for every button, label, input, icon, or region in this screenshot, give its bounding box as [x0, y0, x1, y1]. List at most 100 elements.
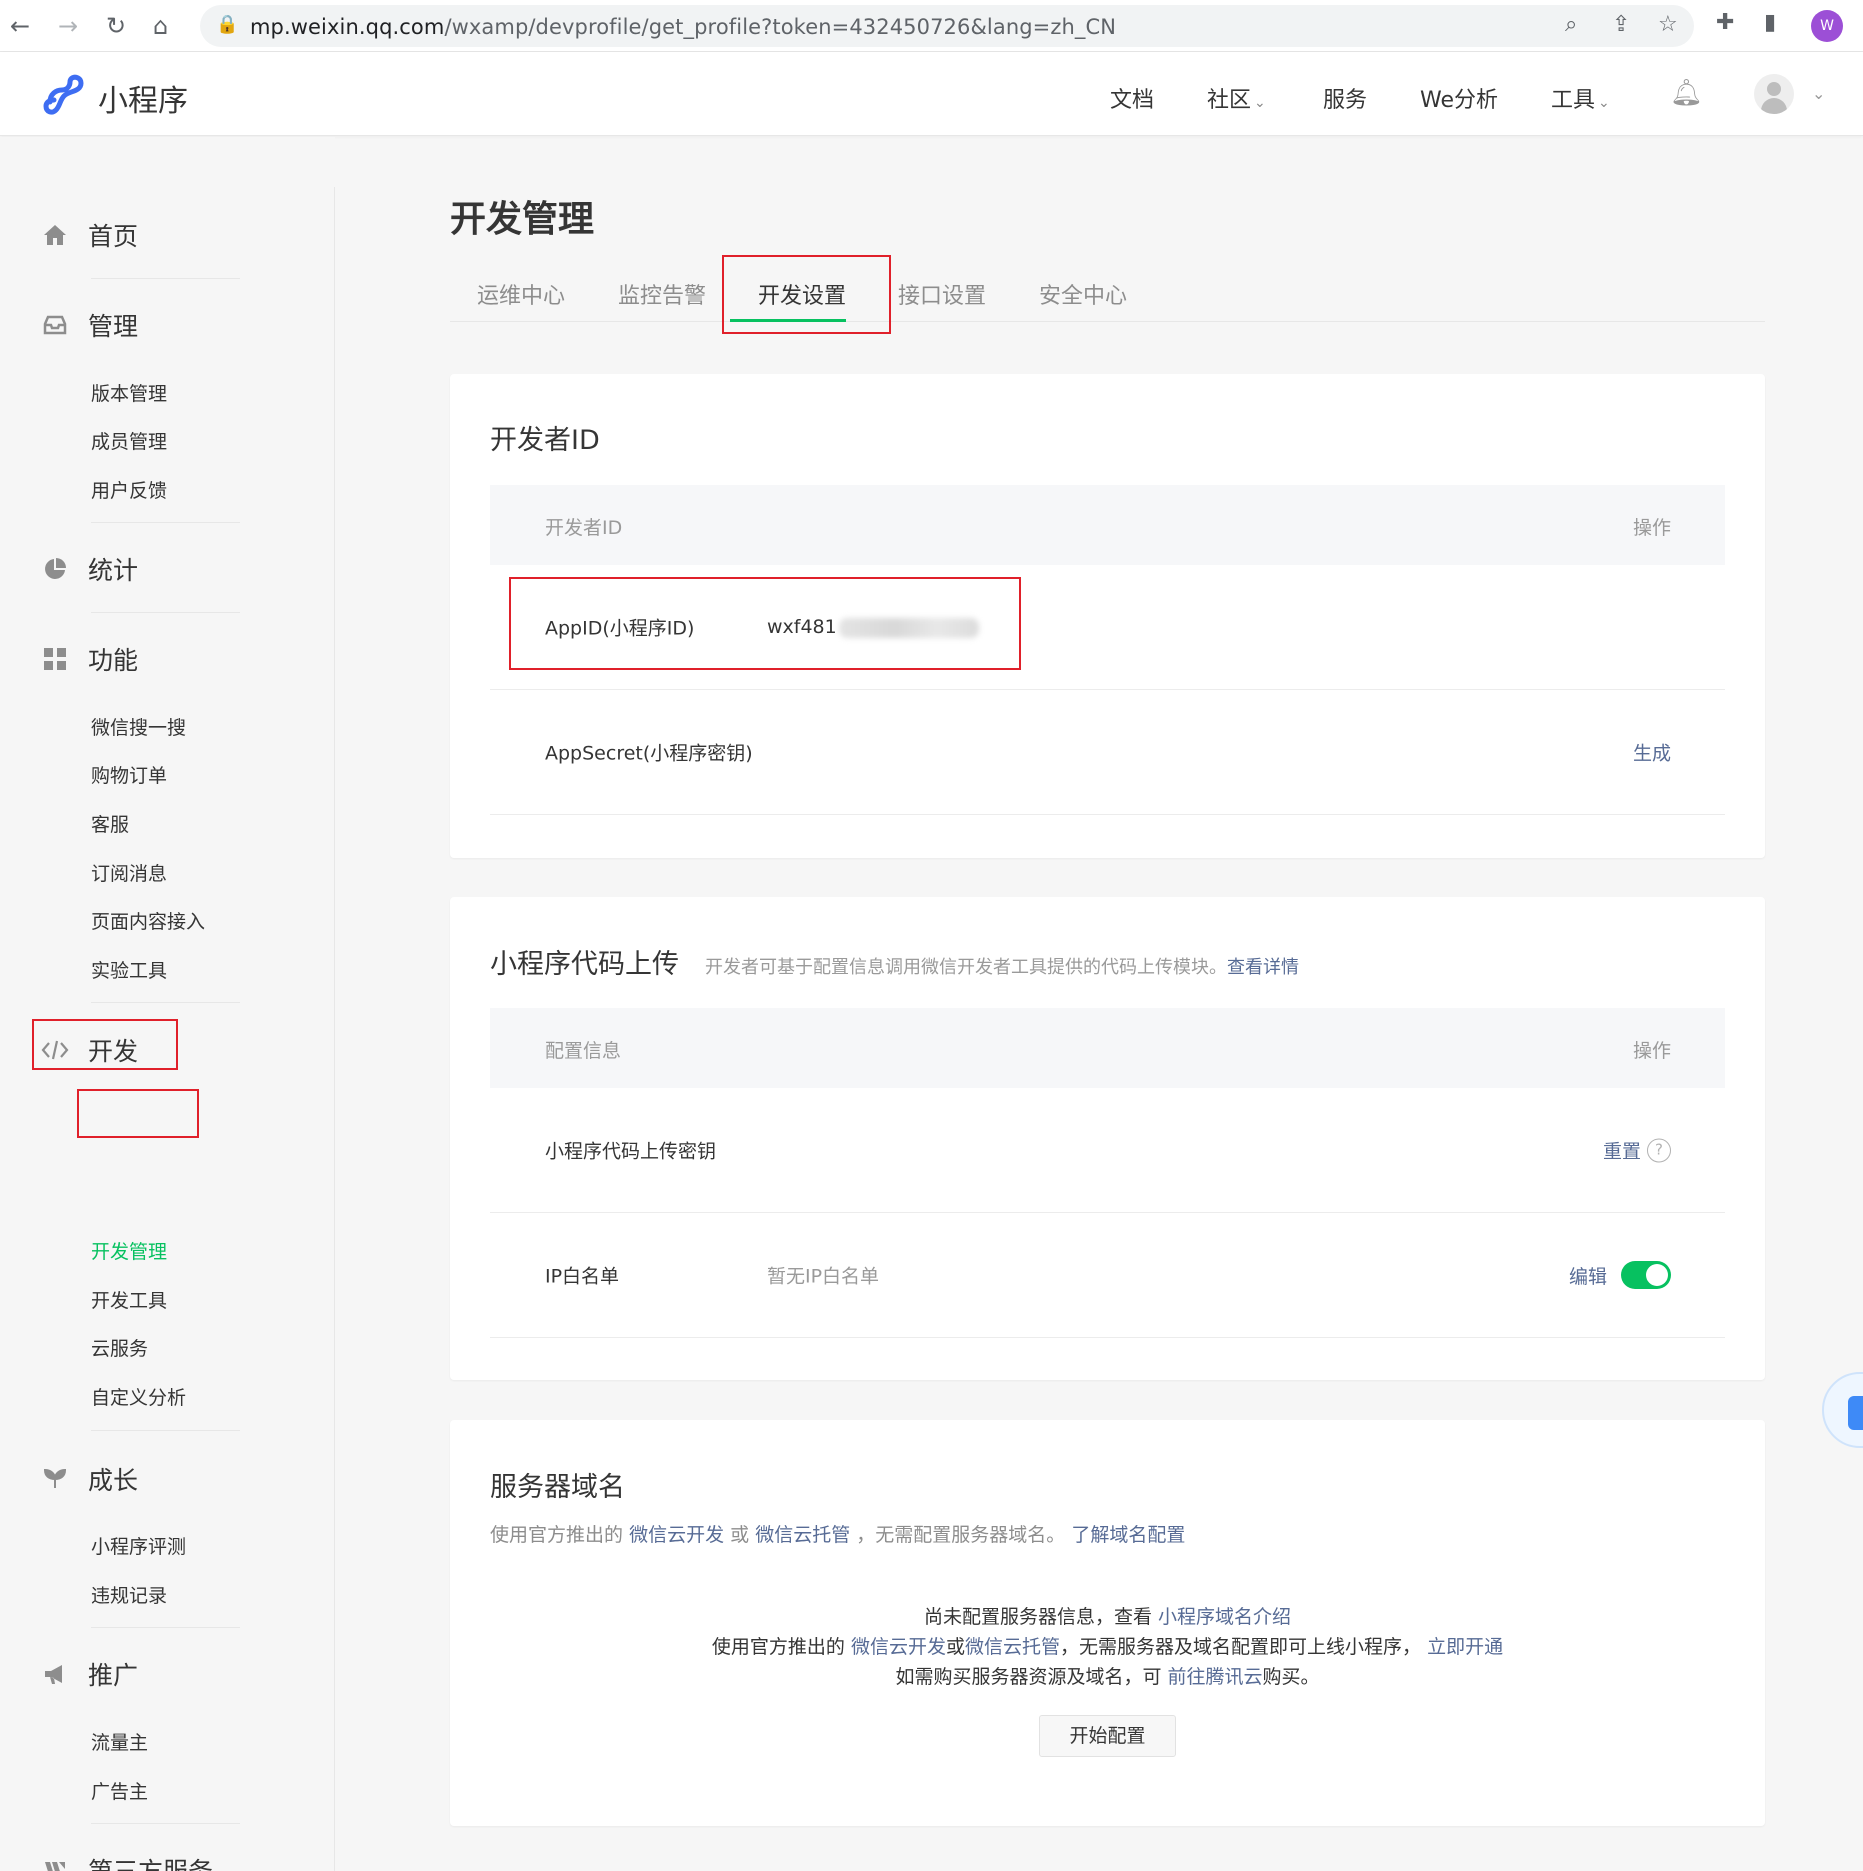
chevron-down-icon: ⌄	[1598, 95, 1610, 111]
sidebar-item-member-management[interactable]: 成员管理	[91, 427, 167, 454]
empty-state-text: ，无需服务器及域名配置即可上线小程序，	[1060, 1636, 1422, 1658]
sidebar-item-version-management[interactable]: 版本管理	[91, 379, 167, 406]
tab-monitoring-alerts[interactable]: 监控告警	[618, 278, 706, 310]
tab-api-settings[interactable]: 接口设置	[898, 278, 986, 310]
side-panel-icon[interactable]: ▮	[1764, 10, 1776, 35]
url-text[interactable]: mp.weixin.qq.com/wxamp/devprofile/get_pr…	[250, 15, 1116, 39]
sidebar-item-shopping-orders[interactable]: 购物订单	[91, 761, 167, 788]
topnav-tools-label: 工具	[1551, 88, 1596, 113]
ip-whitelist-label: IP白名单	[545, 1265, 620, 1288]
logo-text[interactable]: 小程序	[98, 76, 188, 120]
view-details-link[interactable]: 查看详情	[1227, 957, 1299, 978]
sidebar-item-dev-tools[interactable]: 开发工具	[91, 1286, 167, 1313]
start-config-button[interactable]: 开始配置	[1039, 1715, 1176, 1757]
table-row-upload-key: 小程序代码上传密钥 重置?	[490, 1088, 1725, 1213]
bell-icon[interactable]: 🔔︎	[1670, 78, 1703, 108]
browser-profile-avatar[interactable]: W	[1811, 10, 1843, 42]
topnav-community[interactable]: 社区 ⌄	[1207, 82, 1266, 114]
domain-intro-link[interactable]: 小程序域名介绍	[1158, 1606, 1291, 1628]
sidebar-item-user-feedback[interactable]: 用户反馈	[91, 476, 167, 503]
megaphone-icon	[38, 1657, 72, 1691]
sidebar-item-custom-analysis[interactable]: 自定义分析	[91, 1383, 186, 1410]
sidebar-item-wechat-search[interactable]: 微信搜一搜	[91, 713, 186, 740]
column-header: 操作	[1632, 1040, 1671, 1062]
miniprogram-logo-icon[interactable]	[40, 72, 86, 118]
code-upload-card: 小程序代码上传 开发者可基于配置信息调用微信开发者工具提供的代码上传模块。查看详情…	[450, 897, 1765, 1380]
url-path: /wxamp/devprofile/get_profile?token=4324…	[444, 15, 1117, 39]
share-icon[interactable]: ⇪	[1612, 12, 1630, 37]
sidebar-item-page-content[interactable]: 页面内容接入	[91, 907, 205, 934]
column-header: 开发者ID	[545, 517, 623, 539]
sidebar-group-third-party[interactable]: 第三方服务	[38, 1852, 213, 1871]
sidebar-divider	[91, 612, 240, 613]
empty-state-line-1: 尚未配置服务器信息，查看 小程序域名介绍	[450, 1602, 1765, 1629]
sidebar-divider	[91, 278, 240, 279]
extensions-puzzle-icon[interactable]: ✚	[1716, 10, 1734, 35]
sidebar-group-promotion[interactable]: 推广	[38, 1656, 138, 1692]
tab-security-center[interactable]: 安全中心	[1039, 278, 1127, 310]
activate-now-link[interactable]: 立即开通	[1427, 1636, 1503, 1658]
wechat-cloud-dev-link[interactable]: 微信云开发	[629, 1524, 724, 1546]
sidebar-item-cloud-service[interactable]: 云服务	[91, 1334, 148, 1361]
sidebar-group-features[interactable]: 功能	[38, 641, 138, 677]
wechat-cloud-dev-link[interactable]: 微信云开发	[851, 1636, 946, 1658]
topnav-community-label: 社区	[1207, 88, 1252, 113]
edit-link[interactable]: 编辑	[1569, 1262, 1607, 1289]
bookmark-star-icon[interactable]: ☆	[1658, 12, 1678, 37]
server-domain-subtitle: 使用官方推出的 微信云开发 或 微信云托管 ，无需配置服务器域名。 了解域名配置	[490, 1520, 1185, 1547]
wechat-cloud-hosting-link[interactable]: 微信云托管	[965, 1636, 1060, 1658]
sidebar-item-subscription-messages[interactable]: 订阅消息	[91, 859, 167, 886]
sidebar-item-advertiser[interactable]: 广告主	[91, 1777, 148, 1804]
sidebar-group-home[interactable]: 首页	[38, 217, 138, 253]
user-avatar[interactable]	[1754, 74, 1794, 114]
chevron-down-icon: ⌄	[1254, 95, 1266, 111]
ip-whitelist-toggle[interactable]	[1621, 1261, 1671, 1289]
sidebar-item-traffic-owner[interactable]: 流量主	[91, 1728, 148, 1755]
tab-operations-center[interactable]: 运维中心	[477, 278, 565, 310]
forward-arrow-icon[interactable]: →	[58, 12, 78, 40]
topnav-docs[interactable]: 文档	[1110, 82, 1154, 114]
subtitle-text: 或	[730, 1524, 750, 1546]
sidebar-group-label: 推广	[88, 1661, 139, 1690]
wechat-cloud-hosting-link[interactable]: 微信云托管	[755, 1524, 850, 1546]
sidebar-item-violation-records[interactable]: 违规记录	[91, 1581, 167, 1608]
chevron-down-icon[interactable]: ⌄	[1812, 84, 1825, 103]
reload-icon[interactable]: ↻	[106, 12, 126, 40]
lock-icon[interactable]: 🔒	[216, 14, 238, 35]
generate-link[interactable]: 生成	[1633, 739, 1671, 766]
topnav-services[interactable]: 服务	[1323, 82, 1367, 114]
learn-domain-config-link[interactable]: 了解域名配置	[1071, 1524, 1185, 1546]
sidebar-item-miniprogram-review[interactable]: 小程序评测	[91, 1532, 186, 1559]
url-host: mp.weixin.qq.com	[250, 15, 445, 39]
question-mark-icon[interactable]: ?	[1647, 1138, 1671, 1162]
sidebar: 首页 管理 版本管理 成员管理 用户反馈 统计 功能 微信搜一搜 购物订单 客服…	[0, 137, 335, 1871]
reset-link[interactable]: 重置	[1603, 1137, 1641, 1164]
home-button-icon[interactable]: ⌂	[153, 12, 168, 40]
sidebar-group-label: 成长	[88, 1466, 139, 1495]
sidebar-group-label: 第三方服务	[88, 1852, 213, 1871]
sidebar-group-statistics[interactable]: 统计	[38, 551, 138, 587]
sidebar-item-lab-tools[interactable]: 实验工具	[91, 956, 167, 983]
sidebar-item-dev-management[interactable]: 开发管理	[91, 1237, 167, 1264]
app-header: 小程序 文档 社区 ⌄ 服务 We分析 工具 ⌄ 🔔︎ ⌄	[0, 52, 1863, 136]
zoom-icon[interactable]: ⌕	[1565, 12, 1577, 37]
tencent-cloud-link[interactable]: 前往腾讯云	[1168, 1666, 1263, 1688]
sidebar-divider	[91, 1002, 240, 1003]
topnav-we-analysis[interactable]: We分析	[1420, 82, 1498, 114]
tab-dev-settings[interactable]: 开发设置	[758, 278, 846, 310]
sidebar-group-manage[interactable]: 管理	[38, 307, 138, 343]
card-title-text: 小程序代码上传	[490, 949, 679, 980]
appid-value[interactable]: wxf481	[767, 616, 979, 638]
floating-assistant-button[interactable]	[1822, 1372, 1863, 1448]
ip-whitelist-value: 暂无IP白名单	[767, 1265, 880, 1288]
third-party-icon	[38, 1853, 72, 1871]
topnav-tools[interactable]: 工具 ⌄	[1551, 82, 1610, 114]
address-bar[interactable]: 🔒 mp.weixin.qq.com/wxamp/devprofile/get_…	[200, 5, 1694, 47]
sidebar-item-customer-service[interactable]: 客服	[91, 810, 129, 837]
card-title: 服务器域名	[490, 1472, 625, 1503]
sidebar-group-develop[interactable]: 开发	[38, 1032, 138, 1068]
server-domain-card: 服务器域名 使用官方推出的 微信云开发 或 微信云托管 ，无需配置服务器域名。 …	[450, 1420, 1765, 1826]
back-arrow-icon[interactable]: ←	[10, 12, 30, 40]
sidebar-group-growth[interactable]: 成长	[38, 1461, 138, 1497]
card-description-text: 开发者可基于配置信息调用微信开发者工具提供的代码上传模块。	[705, 957, 1227, 978]
